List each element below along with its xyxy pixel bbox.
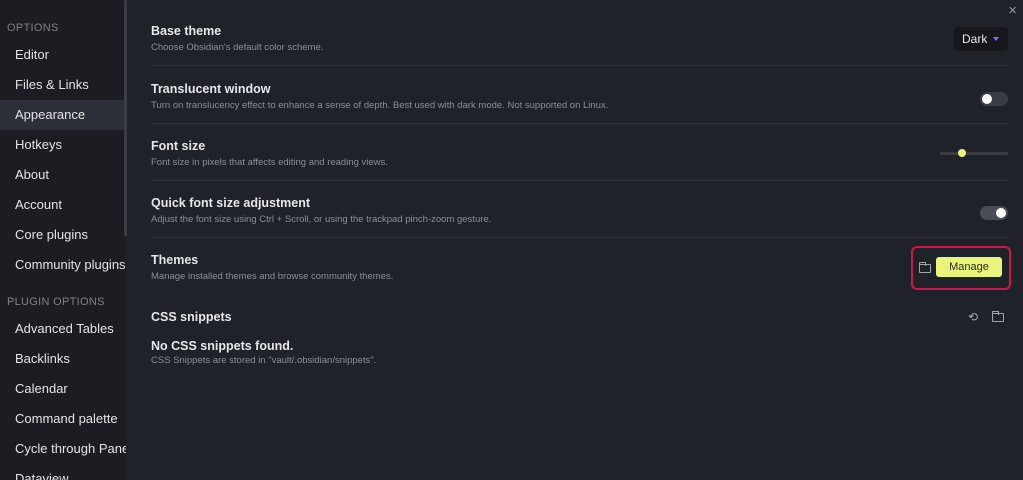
setting-name: No CSS snippets found. — [151, 339, 294, 353]
slider-track — [940, 152, 1008, 155]
setting-name: Quick font size adjustment — [151, 196, 311, 210]
setting-name: Font size — [151, 139, 206, 153]
options-section-title: OPTIONS — [7, 22, 59, 34]
sidebar-plugin-item-backlinks[interactable]: Backlinks — [0, 344, 126, 374]
setting-name: Themes — [151, 253, 199, 267]
slider-thumb[interactable] — [957, 149, 966, 157]
sidebar-plugin-item-dataview[interactable]: Dataview — [0, 464, 126, 480]
folder-icon[interactable] — [991, 311, 1004, 322]
plugin-options-section-title: PLUGIN OPTIONS — [7, 296, 105, 308]
setting-themes: Themes Manage installed themes and brows… — [151, 253, 1008, 295]
settings-content: × Base theme Choose Obsidian's default c… — [126, 0, 1023, 480]
quick-font-size-toggle[interactable] — [980, 206, 1008, 220]
sidebar-item-account[interactable]: Account — [0, 190, 126, 220]
options-nav-list: Editor Files & Links Appearance Hotkeys Abou… — [0, 40, 126, 280]
chevron-down-icon — [993, 37, 999, 41]
base-theme-dropdown[interactable]: Dark — [954, 27, 1008, 51]
sidebar-plugin-item-command-palette[interactable]: Command palette — [0, 404, 126, 434]
setting-font-size: Font size Font size in pixels that affec… — [151, 139, 1008, 181]
sidebar-plugin-item-calendar[interactable]: Calendar — [0, 374, 126, 404]
sidebar-item-editor[interactable]: Editor — [0, 40, 126, 70]
translucent-window-toggle[interactable] — [980, 92, 1008, 106]
toggle-knob — [982, 94, 992, 104]
setting-quick-font-size: Quick font size adjustment Adjust the fo… — [151, 196, 1008, 238]
setting-description: Adjust the font size using Ctrl + Scroll… — [151, 214, 492, 225]
setting-base-theme: Base theme Choose Obsidian's default col… — [151, 24, 1008, 66]
setting-name: Base theme — [151, 24, 222, 38]
plugin-options-nav-list: Advanced Tables Backlinks Calendar Command … — [0, 314, 126, 480]
setting-description: Turn on translucency effect to enhance a… — [151, 100, 609, 111]
sidebar-item-core-plugins[interactable]: Core plugins — [0, 220, 126, 250]
sidebar-item-about[interactable]: About — [0, 160, 126, 190]
dropdown-value: Dark — [962, 32, 988, 46]
reload-icon[interactable]: ⟲ — [968, 311, 978, 323]
settings-sidebar: OPTIONS Editor Files & Links Appearance Hot… — [0, 0, 126, 480]
setting-description: Manage installed themes and browse commu… — [151, 271, 394, 282]
setting-name: CSS snippets — [151, 310, 232, 324]
setting-description: Choose Obsidian's default color scheme. — [151, 42, 324, 53]
close-icon[interactable]: × — [1008, 2, 1017, 19]
setting-translucent-window: Translucent window Turn on translucency … — [151, 82, 1008, 124]
setting-name: Translucent window — [151, 82, 271, 96]
setting-description: CSS Snippets are stored in "vault/.obsid… — [151, 355, 377, 366]
setting-css-snippets: CSS snippets — [151, 310, 1008, 330]
setting-description: Font size in pixels that affects editing… — [151, 157, 388, 168]
sidebar-item-appearance[interactable]: Appearance — [0, 100, 126, 130]
toggle-knob — [996, 208, 1006, 218]
sidebar-item-files-links[interactable]: Files & Links — [0, 70, 126, 100]
sidebar-item-hotkeys[interactable]: Hotkeys — [0, 130, 126, 160]
manage-themes-button[interactable]: Manage — [936, 257, 1002, 277]
font-size-slider[interactable] — [940, 146, 1008, 160]
sidebar-plugin-item-cycle-through-panes[interactable]: Cycle through Panes — [0, 434, 126, 464]
setting-no-snippets: No CSS snippets found. CSS Snippets are … — [151, 339, 1008, 369]
folder-icon[interactable] — [918, 262, 931, 273]
sidebar-item-community-plugins[interactable]: Community plugins — [0, 250, 126, 280]
sidebar-plugin-item-advanced-tables[interactable]: Advanced Tables — [0, 314, 126, 344]
